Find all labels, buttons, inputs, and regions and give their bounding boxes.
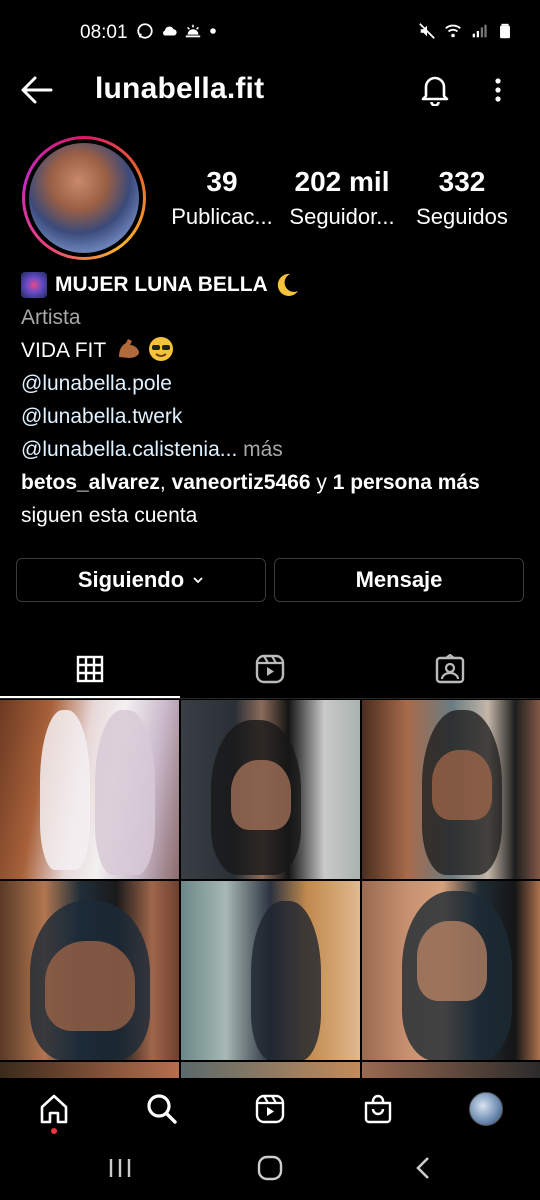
bio-name-row: MUJER LUNA BELLA xyxy=(21,268,521,301)
status-bar: 08:01 xyxy=(0,0,540,66)
tagged-icon xyxy=(435,654,465,684)
more-vertical-icon xyxy=(495,78,501,102)
status-icons-right xyxy=(418,22,514,40)
nav-reels[interactable] xyxy=(216,1078,324,1140)
bio-category: Artista xyxy=(21,306,81,329)
chevron-down-icon xyxy=(193,577,203,584)
bio-mention-calistenia[interactable]: @lunabella.calistenia... xyxy=(21,438,237,461)
wifi-icon xyxy=(445,24,461,38)
stat-following-value: 332 xyxy=(438,166,486,197)
post-thumbnail[interactable] xyxy=(362,1062,540,1078)
stat-posts-label: Publicac... xyxy=(171,204,273,229)
post-thumbnail[interactable] xyxy=(0,700,179,879)
profile-avatar[interactable] xyxy=(22,136,146,260)
reels-icon xyxy=(255,654,285,684)
nav-home[interactable] xyxy=(0,1078,108,1140)
system-navigation xyxy=(0,1140,540,1200)
mute-icon xyxy=(419,23,435,39)
follower-others[interactable]: 1 persona más xyxy=(333,471,480,494)
avatar-image xyxy=(29,143,139,253)
cloud-icon xyxy=(163,26,177,36)
bio-display-name: MUJER LUNA BELLA xyxy=(55,273,268,296)
signal-icon xyxy=(472,24,487,38)
shop-icon xyxy=(364,1094,392,1124)
crescent-moon-icon xyxy=(277,273,298,296)
following-button-label: Siguiendo xyxy=(77,567,185,592)
post-thumbnail[interactable] xyxy=(362,881,540,1060)
post-thumbnail[interactable] xyxy=(0,881,179,1060)
message-button[interactable]: Mensaje xyxy=(274,558,524,602)
bio-line1-text: VIDA FIT xyxy=(21,339,106,362)
profile-tabs xyxy=(0,640,540,698)
tab-posts-grid[interactable] xyxy=(0,640,180,698)
avatar-border xyxy=(25,139,143,257)
bio-line-vida-fit: VIDA FIT xyxy=(21,334,521,367)
bottom-navigation xyxy=(0,1078,540,1140)
recent-apps-icon[interactable] xyxy=(106,1154,134,1182)
stat-followers-value: 202 mil xyxy=(294,166,390,197)
stat-posts[interactable]: 39 Publicac... xyxy=(157,166,287,230)
stat-followers[interactable]: 202 mil Seguidor... xyxy=(277,166,407,230)
stat-posts-value: 39 xyxy=(206,166,238,197)
followed-and: y xyxy=(310,471,333,494)
followed-sep: , xyxy=(159,471,172,494)
nav-profile[interactable] xyxy=(432,1078,540,1140)
posts-grid xyxy=(0,700,540,1078)
tabs-divider xyxy=(0,698,540,699)
stat-following-label: Seguidos xyxy=(416,204,508,229)
bio-more-link[interactable]: más xyxy=(237,438,283,461)
bio-mention-pole[interactable]: @lunabella.pole xyxy=(21,367,521,400)
following-button[interactable]: Siguiendo xyxy=(16,558,266,602)
home-button-icon[interactable] xyxy=(256,1154,284,1182)
follower-name-2[interactable]: vaneortiz5466 xyxy=(172,471,311,494)
stat-following[interactable]: 332 Seguidos xyxy=(397,166,527,230)
post-thumbnail[interactable] xyxy=(181,881,360,1060)
profile-header: lunabella.fit xyxy=(0,66,540,114)
followed-by[interactable]: betos_alvarez, vaneortiz5466 y 1 persona… xyxy=(21,466,521,499)
tab-tagged[interactable] xyxy=(360,640,540,698)
post-thumbnail[interactable] xyxy=(181,1062,360,1078)
grid-icon xyxy=(76,655,104,683)
weather-sunrise-icon xyxy=(185,24,201,38)
fireworks-icon xyxy=(21,271,47,298)
bio-line-calistenia: @lunabella.calistenia... más xyxy=(21,433,521,466)
notifications-button[interactable] xyxy=(418,72,452,107)
notification-dot xyxy=(51,1128,57,1134)
post-thumbnail[interactable] xyxy=(0,1062,179,1078)
flexed-biceps-icon xyxy=(118,339,139,358)
back-nav-icon[interactable] xyxy=(410,1154,438,1182)
home-icon xyxy=(40,1094,68,1124)
nav-search[interactable] xyxy=(108,1078,216,1140)
nav-shop[interactable] xyxy=(324,1078,432,1140)
status-time: 08:01 xyxy=(80,22,128,43)
more-options-button[interactable] xyxy=(486,74,510,108)
profile-bio: MUJER LUNA BELLA Artista VIDA FIT @lunab… xyxy=(21,268,521,532)
tab-reels[interactable] xyxy=(180,640,360,698)
message-button-label: Mensaje xyxy=(355,567,443,592)
profile-username: lunabella.fit xyxy=(95,72,265,105)
arrow-left-icon xyxy=(21,76,53,104)
post-thumbnail[interactable] xyxy=(181,700,360,879)
reels-icon xyxy=(255,1094,285,1124)
search-icon xyxy=(147,1094,177,1124)
follower-name-1[interactable]: betos_alvarez xyxy=(21,471,160,494)
back-button[interactable] xyxy=(20,74,54,106)
status-icons-left xyxy=(136,22,218,40)
whatsapp-icon xyxy=(137,23,153,39)
bio-mention-twerk[interactable]: @lunabella.twerk xyxy=(21,400,521,433)
bell-icon xyxy=(421,76,449,107)
dot-icon xyxy=(210,28,216,34)
profile-avatar-icon xyxy=(469,1092,503,1126)
post-thumbnail[interactable] xyxy=(362,700,540,879)
followed-by-suffix: siguen esta cuenta xyxy=(21,504,198,527)
sunglasses-face-icon xyxy=(148,337,173,361)
stat-followers-label: Seguidor... xyxy=(289,204,395,229)
battery-icon xyxy=(500,23,510,39)
